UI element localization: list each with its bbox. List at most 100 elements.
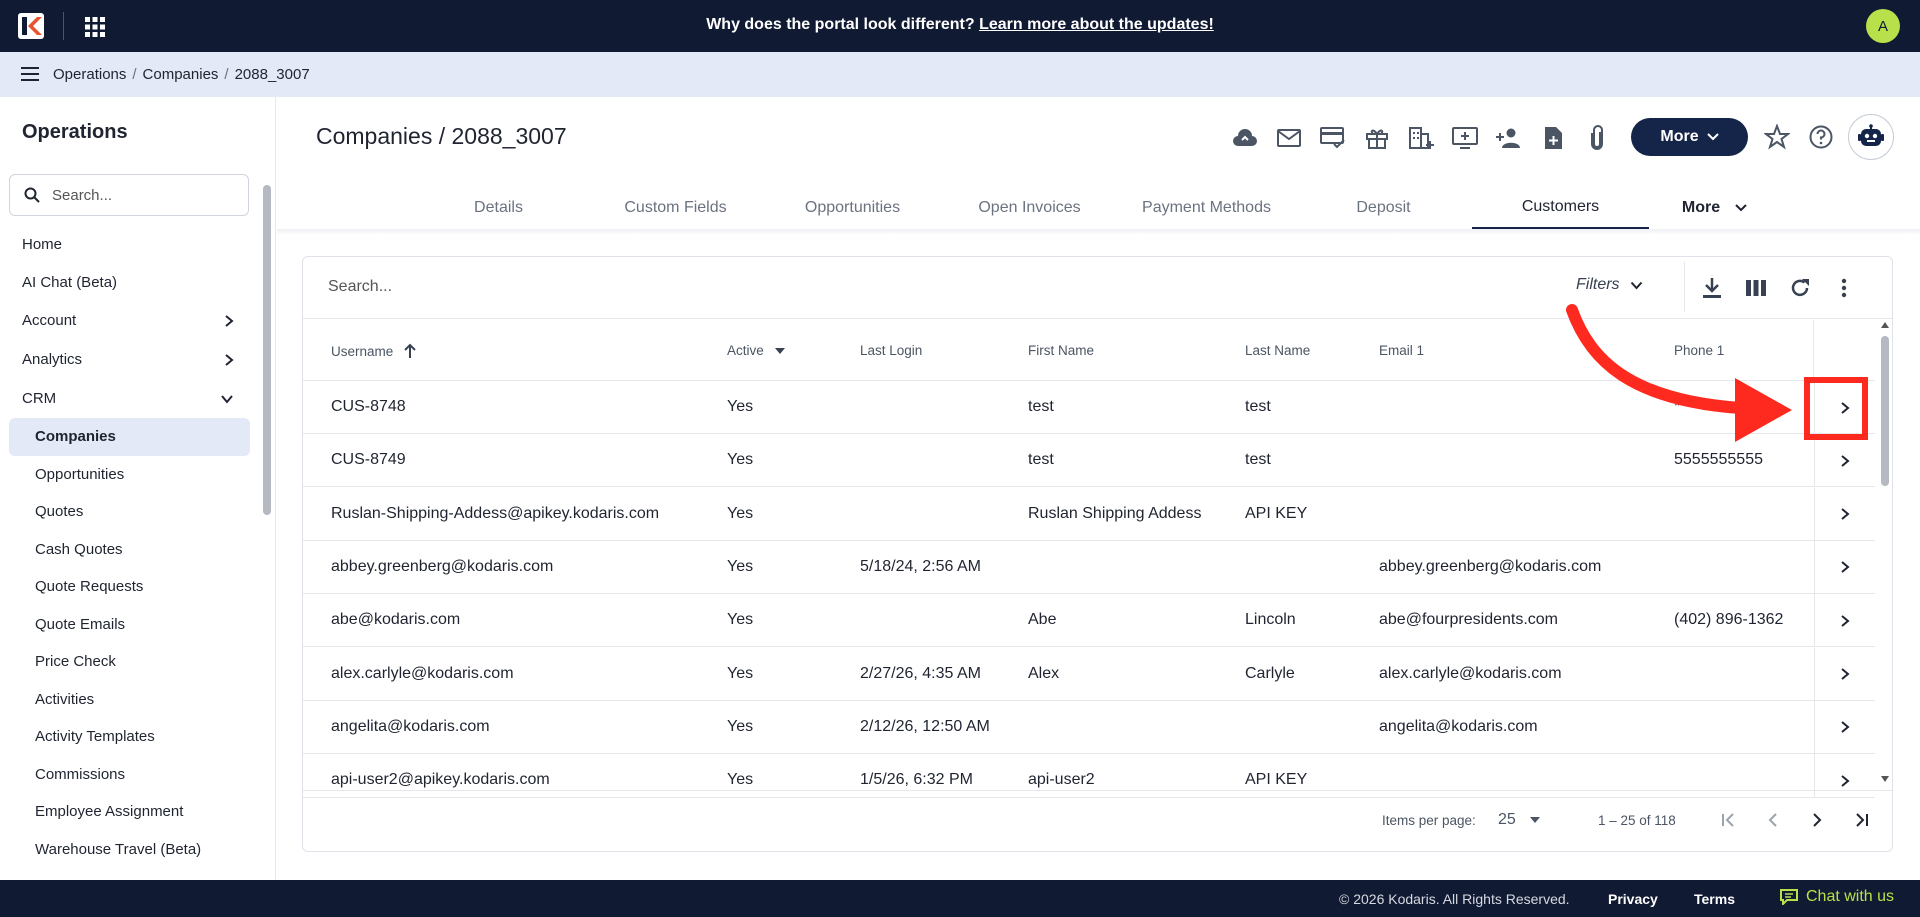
next-page-button[interactable]	[1805, 808, 1829, 832]
file-add-icon[interactable]	[1539, 124, 1567, 152]
tab-customers[interactable]: Customers	[1472, 186, 1649, 229]
first-page-button[interactable]	[1717, 808, 1741, 832]
sidebar-item-quote-emails[interactable]: Quote Emails	[0, 606, 252, 644]
sidebar-item-analytics[interactable]: Analytics	[0, 340, 252, 379]
sidebar-item-activity-templates[interactable]: Activity Templates	[0, 718, 252, 756]
table-row[interactable]: Ruslan-Shipping-Addess@apikey.kodaris.co…	[303, 487, 1875, 541]
table-search-input[interactable]	[328, 278, 928, 296]
mail-icon[interactable]	[1275, 124, 1303, 152]
sidebar-item-employee-assignment[interactable]: Employee Assignment	[0, 793, 252, 831]
announcement-link[interactable]: Learn more about the updates!	[979, 16, 1214, 33]
chat-with-us-button[interactable]: Chat with us	[1780, 888, 1894, 906]
cell-last-login: 5/18/24, 2:56 AM	[860, 557, 981, 575]
table-row[interactable]: api-user2@apikey.kodaris.com Yes 1/5/26, 6…	[303, 754, 1875, 799]
sidebar-item-ai-chat[interactable]: AI Chat (Beta)	[0, 263, 252, 301]
cloud-upload-icon[interactable]	[1231, 124, 1259, 152]
table-row[interactable]: abbey.greenberg@kodaris.com Yes 5/18/24, 2…	[303, 540, 1875, 594]
open-row-button[interactable]	[1814, 487, 1875, 541]
tab-more[interactable]: More	[1649, 186, 1781, 229]
paperclip-icon[interactable]	[1583, 124, 1611, 152]
building-add-icon[interactable]	[1407, 124, 1435, 152]
column-label: Last Login	[860, 343, 923, 358]
avatar[interactable]: A	[1866, 9, 1900, 43]
privacy-link[interactable]: Privacy	[1608, 891, 1658, 907]
sidebar-item-warehouse-travel[interactable]: Warehouse Travel (Beta)	[0, 831, 252, 869]
terms-link[interactable]: Terms	[1694, 891, 1735, 907]
sidebar-item-home[interactable]: Home	[0, 225, 252, 263]
table-row[interactable]: angelita@kodaris.com Yes 2/12/26, 12:50 AM…	[303, 700, 1875, 754]
sidebar-item-price-check[interactable]: Price Check	[0, 643, 252, 681]
sidebar-item-quote-requests[interactable]: Quote Requests	[0, 568, 252, 606]
more-vert-icon[interactable]	[1829, 276, 1859, 300]
tab-details[interactable]: Details	[410, 186, 587, 229]
scroll-down-icon[interactable]	[1881, 776, 1889, 782]
sidebar-search-input[interactable]	[52, 186, 232, 204]
open-row-button[interactable]	[1814, 754, 1875, 798]
filters-button[interactable]: Filters	[1576, 276, 1643, 294]
hamburger-menu-icon[interactable]	[21, 66, 39, 82]
ai-assistant-button[interactable]	[1848, 114, 1894, 160]
record-toolbar	[1231, 124, 1611, 152]
sidebar-item-account[interactable]: Account	[0, 301, 252, 340]
scrollbar-thumb[interactable]	[263, 185, 271, 515]
open-row-button[interactable]	[1814, 594, 1875, 648]
star-icon[interactable]	[1764, 124, 1790, 150]
column-label: Last Name	[1245, 343, 1311, 358]
column-header-last-login[interactable]: Last Login	[860, 343, 922, 358]
sidebar-item-commissions[interactable]: Commissions	[0, 756, 252, 794]
sidebar-scrollbar[interactable]	[263, 185, 271, 785]
sidebar-item-activities[interactable]: Activities	[0, 681, 252, 719]
sidebar-item-quotes[interactable]: Quotes	[0, 493, 252, 531]
chat-label: Chat with us	[1806, 888, 1895, 905]
items-per-page-select[interactable]: 25	[1498, 811, 1540, 829]
sidebar-item-label: AI Chat (Beta)	[22, 273, 118, 291]
sidebar-item-companies[interactable]: Companies	[9, 418, 250, 456]
gift-icon[interactable]	[1363, 124, 1391, 152]
sidebar-item-crm[interactable]: CRM	[0, 379, 252, 418]
open-row-button[interactable]	[1814, 434, 1875, 488]
open-row-button[interactable]	[1814, 700, 1875, 754]
help-icon[interactable]	[1808, 124, 1834, 150]
monitor-add-icon[interactable]	[1451, 124, 1479, 152]
sidebar-search[interactable]	[9, 174, 249, 216]
column-header-username[interactable]: Username	[331, 343, 417, 359]
download-icon[interactable]	[1697, 276, 1727, 300]
tab-open-invoices[interactable]: Open Invoices	[941, 186, 1118, 229]
tab-deposit[interactable]: Deposit	[1295, 186, 1472, 229]
chevron-down-icon	[1630, 281, 1642, 289]
breadcrumb-separator: /	[132, 66, 137, 83]
open-row-button[interactable]	[1814, 647, 1875, 701]
breadcrumb-companies[interactable]: Companies	[143, 66, 219, 83]
column-header-last-name[interactable]: Last Name	[1245, 343, 1310, 358]
table-row[interactable]: abe@kodaris.com Yes Abe Lincoln abe@fourpres…	[303, 594, 1875, 648]
more-actions-button[interactable]: More	[1631, 118, 1748, 156]
scrollbar-thumb[interactable]	[1881, 336, 1889, 486]
column-header-email[interactable]: Email 1	[1379, 343, 1424, 358]
breadcrumb-operations[interactable]: Operations	[53, 66, 126, 83]
table-row[interactable]: alex.carlyle@kodaris.com Yes 2/27/26, 4:35…	[303, 647, 1875, 701]
columns-icon[interactable]	[1741, 276, 1771, 300]
column-header-active[interactable]: Active	[727, 343, 786, 358]
tab-custom-fields[interactable]: Custom Fields	[587, 186, 764, 229]
column-label: Email 1	[1379, 343, 1425, 358]
sidebar-item-opportunities[interactable]: Opportunities	[0, 456, 252, 494]
chevron-right-icon	[225, 314, 234, 327]
table-search[interactable]	[328, 278, 928, 296]
tab-opportunities[interactable]: Opportunities	[764, 186, 941, 229]
previous-page-button[interactable]	[1761, 808, 1785, 832]
tab-payment-methods[interactable]: Payment Methods	[1118, 186, 1295, 229]
last-page-button[interactable]	[1849, 808, 1873, 832]
cell-active: Yes	[727, 771, 754, 789]
robot-icon	[1858, 124, 1884, 146]
first-page-icon	[1722, 813, 1734, 827]
cell-username: CUS-8749	[331, 451, 406, 469]
open-row-button[interactable]	[1814, 540, 1875, 594]
table-scrollbar[interactable]	[1881, 322, 1889, 784]
column-header-first-name[interactable]: First Name	[1028, 343, 1094, 358]
chevron-right-icon	[1841, 721, 1850, 734]
card-check-icon[interactable]	[1319, 124, 1347, 152]
scroll-up-icon[interactable]	[1881, 322, 1889, 328]
sidebar-item-cash-quotes[interactable]: Cash Quotes	[0, 531, 252, 569]
refresh-icon[interactable]	[1785, 276, 1815, 300]
person-add-icon[interactable]	[1495, 124, 1523, 152]
